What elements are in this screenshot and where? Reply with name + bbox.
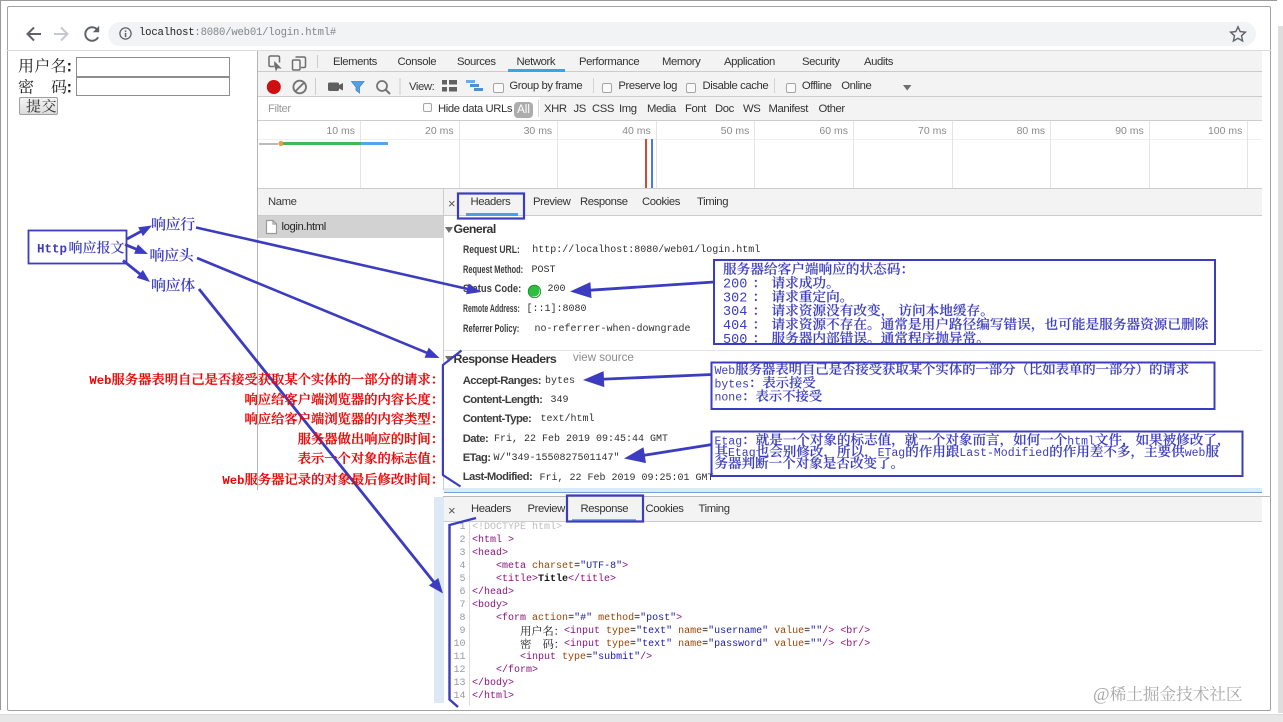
svg-text:Web: Web [89, 374, 111, 388]
svg-text:ETag: ETag [878, 447, 906, 460]
svg-text:304: 304 [723, 305, 747, 320]
svg-text:Last-Modified: Last-Modified [959, 447, 1049, 460]
svg-text:web: web [1185, 447, 1206, 460]
svg-text:Http: Http [37, 243, 67, 257]
svg-text:404: 404 [723, 319, 747, 334]
svg-text:302: 302 [723, 291, 747, 306]
svg-text:200: 200 [723, 278, 747, 293]
svg-text:Web: Web [715, 365, 736, 378]
svg-text:bytes: bytes [715, 378, 750, 391]
svg-text:html: html [1067, 436, 1095, 449]
svg-text:Web: Web [222, 474, 244, 488]
svg-text:@: @ [1093, 684, 1110, 704]
svg-text:none: none [715, 392, 743, 405]
svg-text:500: 500 [723, 333, 747, 348]
